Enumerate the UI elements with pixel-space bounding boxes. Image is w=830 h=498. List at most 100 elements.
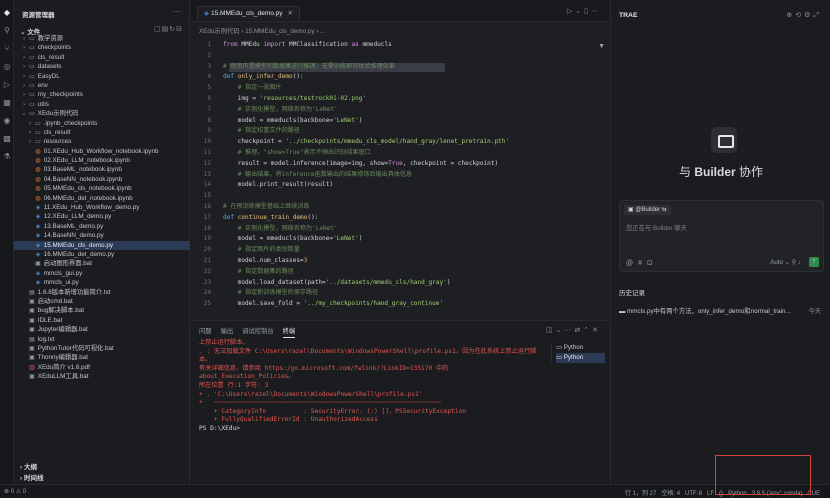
chevron-down-icon[interactable]: ⌄ [575, 8, 584, 15]
mic-icon[interactable]: ↓ [798, 259, 801, 266]
maximize-icon[interactable]: ⌃ [583, 327, 592, 334]
source-control-icon[interactable]: ◎ [2, 62, 12, 72]
more-icon[interactable]: ⋯ [173, 7, 181, 16]
panel-tab[interactable]: 问题 [199, 328, 212, 335]
tree-folder[interactable]: › ▭ resources [14, 137, 190, 146]
tree-file[interactable]: ◍ 04.BaseNN_notebook.ipynb [14, 175, 190, 184]
status-item[interactable]: LF [707, 491, 714, 497]
tree-file[interactable]: ▣ XEduLLM工具.bat [14, 372, 190, 381]
git-icon[interactable]: ⑂ [2, 44, 12, 54]
tree-file[interactable]: ▤ log.txt [14, 335, 190, 344]
grid-icon[interactable]: ▩ [2, 134, 12, 144]
code-editor[interactable]: 1 from MMEdu import MMClassification as m… [191, 40, 609, 310]
editor-tab-label: 15.MMEdu_cls_demo.py [211, 10, 283, 17]
tree-file[interactable]: ▣ PythonTutor代码可视化.bat [14, 344, 190, 353]
collapse-icon[interactable]: ⊟ [176, 26, 183, 33]
tree-folder[interactable]: › ▭ cls_result [14, 53, 190, 62]
more-icon[interactable]: ⋯ [564, 327, 574, 334]
status-item[interactable]: 行 1，列 27 [625, 491, 656, 497]
status-item[interactable]: 空格: 4 [661, 491, 680, 497]
terminal-instance[interactable]: ▭ Python [556, 343, 605, 353]
editor-tab[interactable]: ◈ 15.MMEdu_cls_demo.py ✕ [197, 6, 300, 20]
status-item[interactable]: UTF-8 [685, 491, 702, 497]
tree-file[interactable]: ▣ Jupyter编辑器.bat [14, 325, 190, 334]
panel-tab[interactable]: 输出 [221, 328, 234, 335]
tree-file[interactable]: ◈ 13.BaseML_demo.py [14, 222, 190, 231]
model-select[interactable]: Auto ⌄ ⚲ ↓ [770, 259, 801, 266]
tree-file[interactable]: ◈ 14.BaseNN_demo.py [14, 231, 190, 240]
txt-icon: ▤ [29, 336, 35, 343]
timeline-section[interactable]: › 时间线 [20, 472, 43, 482]
tree-item-label: Thonny编辑器.bat [36, 354, 89, 362]
search-icon[interactable]: ⚲ [2, 26, 12, 36]
tree-file[interactable]: ◈ 11.XEdu_Hub_Workflow_demo.py [14, 203, 190, 212]
chat-input-box[interactable]: ▣ @Builder ⇆ 您正在与 Builder 聊天 @#⊡ Auto ⌄ … [619, 200, 824, 272]
tree-file[interactable]: ◍ 05.MMEdu_cls_notebook.ipynb [14, 184, 190, 193]
tree-folder[interactable]: › ▭ utils [14, 100, 190, 109]
at-icon[interactable]: @ [626, 260, 638, 267]
more-icon[interactable]: ⋯ [591, 8, 601, 15]
settings-icon[interactable]: ⚙ [804, 12, 813, 19]
remote-icon[interactable]: ◉ [2, 116, 12, 126]
tree-file[interactable]: ◈ 12.XEdu_LLM_demo.py [14, 212, 190, 221]
tree-file[interactable]: ▣ 启动图形界面.bat [14, 259, 190, 268]
terminal-icon[interactable]: ◫ [546, 327, 556, 334]
tree-file[interactable]: ◍ 03.BaseML_notebook.ipynb [14, 165, 190, 174]
debug-icon[interactable]: ▷ [2, 80, 12, 90]
nb-icon: ◍ [35, 167, 41, 174]
logo-icon[interactable]: ◆ [2, 8, 12, 18]
run-icon[interactable]: ▷ [567, 8, 575, 15]
panel-tab[interactable]: 调试控制台 [242, 328, 273, 335]
terminal-instance[interactable]: ▭ Python [556, 353, 605, 363]
voice-icon[interactable]: ⚲ [792, 259, 797, 266]
problems-indicator[interactable]: ⊗ 0 ⚠ 0 [4, 488, 26, 495]
tree-folder[interactable]: › ▭ checkpoints [14, 43, 190, 52]
close-icon[interactable]: ✕ [288, 10, 293, 17]
panel-tab[interactable]: 终端 [282, 328, 296, 338]
add-chat-icon[interactable]: ⊕ [786, 12, 795, 19]
outline-section[interactable]: › 大纲 [20, 461, 37, 471]
hash-icon[interactable]: # [638, 260, 647, 267]
split-icon[interactable]: ⇄ [574, 327, 583, 334]
tree-file[interactable]: ▣ Thonny编辑器.bat [14, 353, 190, 362]
tree-file[interactable]: ◈ 16.MMEdu_det_demo.py [14, 250, 190, 259]
tree-folder[interactable]: › ▭ EasyDL [14, 72, 190, 81]
terminal-line: + FullyQualifiedErrorId : UnauthorizedAc… [199, 416, 378, 424]
tree-file[interactable]: ▥ XEdu简介 v1.6.pdf [14, 363, 190, 372]
tree-item-label: env [36, 81, 48, 89]
tree-item-label: XEdu简介 v1.6.pdf [36, 363, 90, 371]
new-file-icon[interactable]: ▢ [154, 26, 162, 33]
image-icon[interactable]: ⊡ [647, 260, 658, 267]
tree-file[interactable]: ▣ bug解决脚本.bat [14, 306, 190, 315]
tree-file[interactable]: ▣ IDLE.bat [14, 316, 190, 325]
tree-file[interactable]: ◍ 02.XEdu_LLM_notebook.ipynb [14, 156, 190, 165]
testing-icon[interactable]: ⚗ [2, 152, 12, 162]
send-button[interactable]: ↑ [809, 257, 819, 267]
tree-file[interactable]: ◈ mmcls_gui.py [14, 269, 190, 278]
tree-folder[interactable]: › ▭ my_checkpoints [14, 90, 190, 99]
history-icon[interactable]: ⟲ [795, 12, 804, 19]
expand-icon[interactable]: ⤢ [813, 12, 822, 19]
tree-file[interactable]: ◍ 06.MMEdu_det_notebook.ipynb [14, 194, 190, 203]
tree-folder[interactable]: › ▭ .ipynb_checkpoints [14, 119, 190, 128]
breadcrumb[interactable]: XEdu示例代码 › 15.MMEdu_cls_demo.py › ... [199, 26, 325, 35]
tree-folder[interactable]: ⌄ ▭ XEdu示例代码 [14, 109, 190, 118]
terminal-output[interactable]: 上禁止运行脚本。. : 无法加载文件 C:\Users\razel\Docume… [199, 339, 545, 434]
swap-icon[interactable]: ⇆ [662, 207, 667, 213]
tree-folder[interactable]: › ▭ 教学资源 [14, 34, 190, 43]
agent-chip[interactable]: ▣ @Builder ⇆ [624, 205, 671, 215]
tree-file[interactable]: ▣ 启动cmd.bat [14, 297, 190, 306]
tree-file[interactable]: ▤ 1.6.8版本新增功能简介.txt [14, 288, 190, 297]
tree-folder[interactable]: › ▭ cls_result [14, 128, 190, 137]
close-icon[interactable]: ✕ [592, 327, 601, 334]
code-text: # 输出结果，将inference函数输出的结果修饰后输出具体信息 [237, 170, 413, 178]
split-icon[interactable]: ▯ [584, 8, 591, 15]
tree-folder[interactable]: › ▭ env [14, 81, 190, 90]
tree-file[interactable]: ◈ mmcls_ui.py [14, 278, 190, 287]
code-line: 24 # 指定新训练模型的保存路径 [191, 288, 609, 299]
extensions-icon[interactable]: ▦ [2, 98, 12, 108]
history-item[interactable]: ▬ mmcls.py中有两个方法，only_infer_demo和normal_… [619, 306, 830, 315]
tree-folder[interactable]: › ▭ datasets [14, 62, 190, 71]
tree-file[interactable]: ◍ 01.XEdu_Hub_Workflow_notebook.ipynb [14, 147, 190, 156]
tree-file[interactable]: ◈ 15.MMEdu_cls_demo.py [14, 240, 190, 250]
